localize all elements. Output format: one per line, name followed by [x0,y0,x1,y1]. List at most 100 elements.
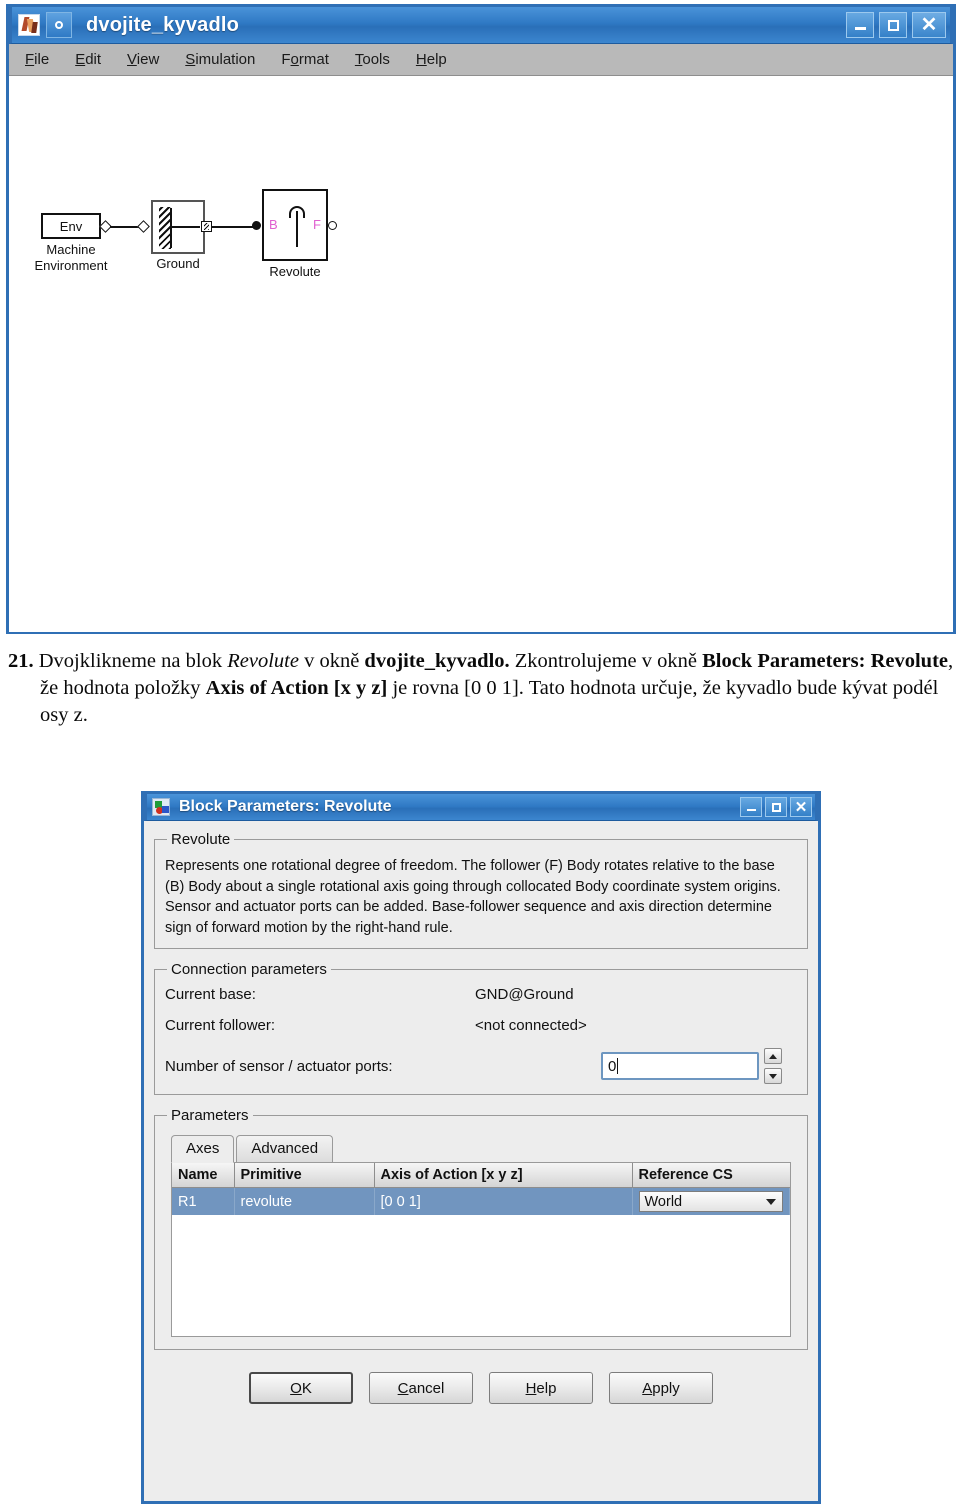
window-controls: ✕ [846,12,946,38]
dialog-button-row: OK Cancel Help Apply [154,1362,808,1416]
block-label-machine-environment-line1: Machine [46,242,96,257]
ground-output-port-icon [201,221,212,232]
cell-name[interactable]: R1 [172,1187,235,1216]
sensor-actuator-ports-input[interactable]: 0 [601,1052,759,1081]
tab-advanced[interactable]: Advanced [236,1135,334,1163]
simulink-titlebar: dvojite_kyvadlo ✕ [9,4,953,44]
table-row[interactable]: R1 revolute [0 0 1] World [172,1187,790,1216]
parameters-group-legend: Parameters [171,1107,249,1125]
dialog-close-button[interactable]: ✕ [790,797,812,817]
axes-table: Name Primitive Axis of Action [x y z] Re… [172,1163,790,1216]
current-follower-label: Current follower: [165,1017,276,1035]
column-header-name[interactable]: Name [172,1163,235,1189]
cell-primitive[interactable]: revolute [234,1187,375,1216]
simulink-menubar: File Edit View Simulation Format Tools H… [9,44,953,76]
dialog-window-controls: ✕ [740,797,812,817]
caption-seg8-bold: Axis of Action [x y z] [205,677,388,700]
sensor-actuator-ports-stepper: 0 [601,1048,782,1085]
current-base-row: Current base: GND@Ground [165,986,797,1003]
revolute-base-port-icon [252,221,261,230]
rotation-axis-icon [296,211,298,247]
stepper-buttons [764,1048,782,1085]
stepper-down-button[interactable] [764,1068,782,1085]
menu-format[interactable]: Format [281,51,329,68]
ground-wall-icon [170,208,172,248]
block-revolute[interactable]: B F [262,189,328,261]
step-number: 21. [8,650,34,672]
wire-ground-to-revolute [212,226,254,228]
matlab-icon [18,14,40,36]
current-base-value: GND@Ground [475,986,574,1004]
revolute-port-b-label: B [269,217,278,232]
menu-edit[interactable]: Edit [75,51,101,68]
current-base-label: Current base: [165,986,256,1004]
help-button[interactable]: Help [489,1372,593,1405]
caption-seg2-italic: Revolute [227,650,299,672]
apply-button[interactable]: Apply [609,1372,713,1405]
dialog-body: Revolute Represents one rotational degre… [144,821,818,1416]
menu-file[interactable]: File [25,51,49,68]
current-follower-row: Current follower: <not connected> [165,1017,797,1034]
minimize-button[interactable] [846,12,874,38]
current-follower-value: <not connected> [475,1017,587,1035]
revolute-port-f-label: F [313,217,321,232]
reference-cs-select[interactable]: World [638,1191,783,1213]
axes-table-container[interactable]: Name Primitive Axis of Action [x y z] Re… [171,1162,791,1338]
connection-parameters-legend: Connection parameters [171,961,327,979]
close-button[interactable]: ✕ [912,12,946,38]
window-title: dvojite_kyvadlo [86,13,240,36]
dialog-close-icon: ✕ [794,798,808,816]
tab-axes[interactable]: Axes [171,1135,235,1164]
ok-button[interactable]: OK [249,1372,353,1405]
reference-cs-value: World [644,1193,683,1210]
caption-seg5: Zkontrolujeme v okně [509,650,703,672]
caption-seg1: Dvojklikneme na blok [38,650,228,672]
connection-parameters-group: Connection parameters Current base: GND@… [154,961,808,1096]
dialog-minimize-button[interactable] [740,797,762,817]
page-root: dvojite_kyvadlo ✕ File Edit View Simulat… [0,0,960,1509]
chevron-down-icon [766,1198,776,1205]
simulink-circle-icon[interactable] [46,12,72,38]
menu-help[interactable]: Help [416,51,447,68]
caption-seg6-bold: Block Parameters: Revolute [702,650,949,672]
caption-seg3: v okně [298,650,365,672]
column-header-axis-of-action[interactable]: Axis of Action [x y z] [374,1163,633,1189]
cancel-button[interactable]: Cancel [369,1372,473,1405]
triangle-down-icon [769,1073,777,1079]
parameters-group: Parameters Axes Advanced Name Primitive … [154,1107,808,1351]
menu-simulation[interactable]: Simulation [185,51,255,68]
step-caption: 21. Dvojklikneme na blok Revolute v okně… [8,648,956,729]
column-header-reference-cs[interactable]: Reference CS [632,1163,790,1189]
block-label-machine-environment-line2: Environment [34,258,108,273]
dialog-title: Block Parameters: Revolute [179,798,392,815]
sensor-actuator-ports-row: Number of sensor / actuator ports: 0 [165,1048,797,1085]
cell-axis-of-action[interactable]: [0 0 1] [374,1187,633,1216]
close-icon: ✕ [920,14,938,36]
column-header-primitive[interactable]: Primitive [234,1163,375,1189]
stepper-up-button[interactable] [764,1048,782,1065]
simmechanics-block-icon [152,798,170,816]
revolute-group-legend: Revolute [171,831,231,848]
menu-tools[interactable]: Tools [355,51,390,68]
model-canvas[interactable]: Env Machine Environment Ground B F Revol… [9,76,953,632]
block-label-revolute: Revolute [269,264,321,279]
ground-stem-icon [170,226,200,228]
parameters-tabstrip: Axes Advanced [171,1134,797,1164]
text-caret [617,1058,619,1075]
block-ground[interactable] [151,200,205,254]
menu-view[interactable]: View [127,51,159,68]
sensor-actuator-ports-label: Number of sensor / actuator ports: [165,1057,393,1075]
table-header-row: Name Primitive Axis of Action [x y z] Re… [172,1163,790,1189]
ground-input-port-icon [137,220,150,233]
cell-reference-cs: World [632,1187,790,1216]
maximize-button[interactable] [879,12,907,38]
block-label-ground: Ground [156,256,200,271]
dialog-titlebar: Block Parameters: Revolute ✕ [144,791,818,821]
dialog-maximize-button[interactable] [765,797,787,817]
block-machine-environment[interactable]: Env [41,213,101,239]
revolute-follower-port-icon [328,221,337,230]
block-parameters-dialog: Block Parameters: Revolute ✕ Revolute Re… [141,791,821,1504]
sensor-actuator-ports-value: 0 [608,1057,617,1075]
revolute-description-group: Revolute Represents one rotational degre… [154,831,808,950]
revolute-description-paragraph: Represents one rotational degree of free… [165,858,781,936]
